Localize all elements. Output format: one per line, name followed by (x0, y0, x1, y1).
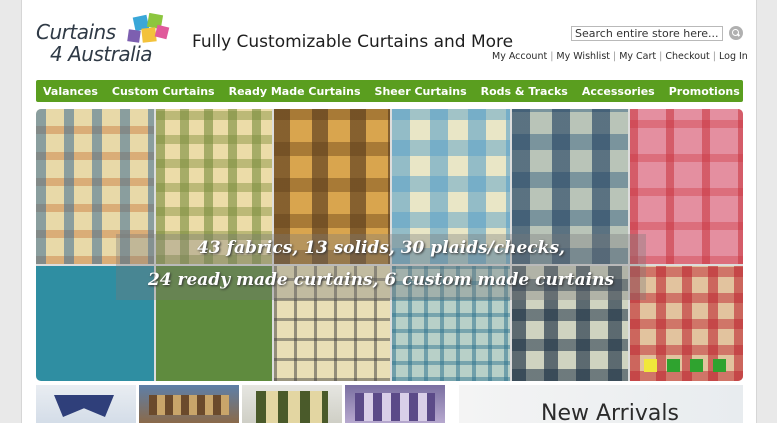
nav-custom-curtains[interactable]: Custom Curtains (105, 85, 222, 98)
main-nav: Valances Custom Curtains Ready Made Curt… (36, 80, 743, 102)
nav-valances[interactable]: Valances (36, 85, 105, 98)
slide-dot-2[interactable] (667, 359, 680, 372)
my-cart-link[interactable]: My Cart (619, 51, 656, 62)
search-icon[interactable] (729, 26, 743, 40)
product-thumbnail[interactable] (345, 385, 445, 423)
product-thumbnail[interactable] (36, 385, 136, 423)
product-thumbnails: New Arrivals (36, 385, 743, 423)
nav-ready-made-curtains[interactable]: Ready Made Curtains (222, 85, 368, 98)
site-logo[interactable]: Curtains 4 Australia (36, 10, 186, 70)
checkout-link[interactable]: Checkout (665, 51, 709, 62)
banner-line-2: 24 ready made curtains, 6 custom made cu… (147, 270, 615, 290)
new-arrivals-banner[interactable]: New Arrivals (459, 385, 743, 423)
search-input[interactable] (571, 26, 723, 41)
page: Curtains 4 Australia Fully Customizable … (21, 0, 757, 423)
banner-line-1: 43 fabrics, 13 solids, 30 plaids/checks, (197, 238, 565, 258)
hero-banner[interactable]: 43 fabrics, 13 solids, 30 plaids/checks,… (36, 109, 743, 381)
nav-promotions[interactable]: Promotions (662, 85, 747, 98)
my-account-link[interactable]: My Account (492, 51, 547, 62)
my-wishlist-link[interactable]: My Wishlist (556, 51, 610, 62)
slide-dot-4[interactable] (713, 359, 726, 372)
product-thumbnail[interactable] (242, 385, 342, 423)
slide-indicators (644, 359, 726, 372)
site-tagline: Fully Customizable Curtains and More (192, 32, 514, 52)
banner-caption: 43 fabrics, 13 solids, 30 plaids/checks,… (116, 234, 646, 300)
product-thumbnail[interactable] (139, 385, 239, 423)
slide-dot-3[interactable] (690, 359, 703, 372)
nav-accessories[interactable]: Accessories (575, 85, 662, 98)
slide-dot-1[interactable] (644, 359, 657, 372)
log-in-link[interactable]: Log In (719, 51, 748, 62)
account-links: My Account | My Wishlist | My Cart | Checkout |… (492, 51, 748, 62)
nav-sheer-curtains[interactable]: Sheer Curtains (368, 85, 474, 98)
logo-line-2: 4 Australia (50, 42, 153, 66)
nav-rods-tracks[interactable]: Rods & Tracks (474, 85, 575, 98)
fabric-swatch (630, 109, 743, 264)
logo-line-1: Curtains (36, 20, 116, 44)
new-arrivals-label: New Arrivals (541, 401, 679, 423)
